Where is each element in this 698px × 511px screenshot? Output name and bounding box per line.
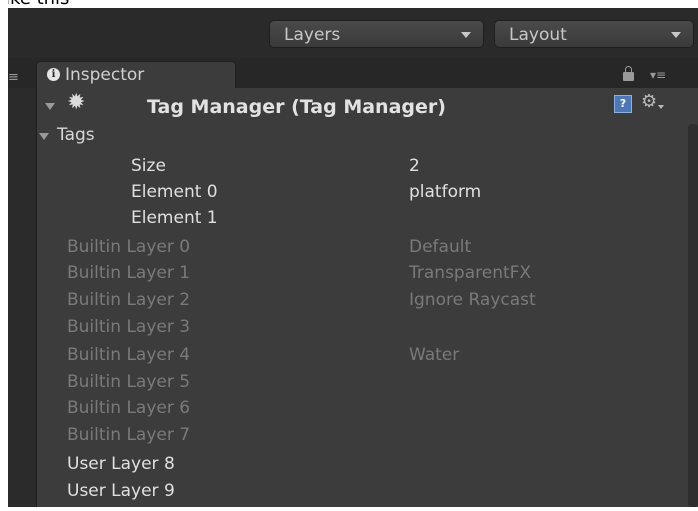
left-edge xyxy=(0,0,8,511)
layer-label: Builtin Layer 4 xyxy=(67,345,191,365)
component-header: ✹ Tag Manager (Tag Manager) ? ⚙ xyxy=(37,88,698,124)
layer-label: Builtin Layer 5 xyxy=(67,372,191,392)
layer-value: Default xyxy=(409,237,472,257)
builtin-layer-row: Builtin Layer 7 xyxy=(37,425,657,449)
user-layer-row[interactable]: User Layer 9 xyxy=(37,481,657,505)
builtin-layer-row: Builtin Layer 3 xyxy=(37,317,657,341)
tab-list-icon[interactable]: ≡ xyxy=(8,70,19,85)
layer-label: Builtin Layer 0 xyxy=(67,237,191,257)
component-title: Tag Manager (Tag Manager) xyxy=(147,96,446,118)
info-icon: i xyxy=(47,68,60,81)
layer-label: Builtin Layer 2 xyxy=(67,290,191,310)
foldout-arrow-icon[interactable] xyxy=(45,103,55,110)
tags-label: Tags xyxy=(57,125,95,145)
builtin-layer-row: Builtin Layer 5 xyxy=(37,372,657,396)
layer-label: Builtin Layer 6 xyxy=(67,398,191,418)
foldout-arrow-icon[interactable] xyxy=(39,133,49,140)
dropdown-arrow-icon xyxy=(671,32,681,38)
gear-icon: ✹ xyxy=(67,90,86,115)
help-icon[interactable]: ? xyxy=(614,95,632,113)
tab-menu-icon[interactable]: ▾≡ xyxy=(650,68,666,82)
builtin-layer-row: Builtin Layer 2 Ignore Raycast xyxy=(37,290,657,314)
field-value[interactable]: platform xyxy=(409,182,481,202)
top-toolbar: Layers Layout xyxy=(8,8,698,58)
lock-icon[interactable] xyxy=(623,66,634,81)
builtin-layer-row: Builtin Layer 4 Water xyxy=(37,345,657,369)
tab-inspector[interactable]: i Inspector xyxy=(36,61,236,88)
layer-value: Ignore Raycast xyxy=(409,290,536,310)
layer-label: Builtin Layer 7 xyxy=(67,425,191,445)
tab-inspector-label: Inspector xyxy=(65,65,145,85)
inspector-panel: ✹ Tag Manager (Tag Manager) ? ⚙ Tags Siz… xyxy=(36,88,698,507)
bottom-edge xyxy=(0,507,698,511)
tags-size-row[interactable]: Size 2 xyxy=(37,156,657,180)
builtin-layer-row: Builtin Layer 0 Default xyxy=(37,237,657,261)
layer-label: User Layer 8 xyxy=(67,454,175,474)
builtin-layer-row: Builtin Layer 6 xyxy=(37,398,657,422)
tab-bar: ≡ i Inspector ▾≡ xyxy=(8,58,698,88)
field-label: Size xyxy=(131,156,166,176)
layer-label: Builtin Layer 1 xyxy=(67,263,191,283)
builtin-layer-row: Builtin Layer 1 TransparentFX xyxy=(37,263,657,287)
layers-dropdown[interactable]: Layers xyxy=(269,20,484,48)
caption-strip: like this xyxy=(0,0,698,8)
caption-fragment: like this xyxy=(0,0,69,8)
layers-dropdown-label: Layers xyxy=(284,25,341,45)
tags-element-row[interactable]: Element 0 platform xyxy=(37,182,657,206)
user-layer-row[interactable]: User Layer 8 xyxy=(37,454,657,478)
field-value[interactable]: 2 xyxy=(409,156,420,176)
layer-value: Water xyxy=(409,345,460,365)
field-label: Element 0 xyxy=(131,182,218,202)
tags-element-row[interactable]: Element 1 xyxy=(37,208,657,232)
layout-dropdown-label: Layout xyxy=(509,25,567,45)
layer-label: User Layer 9 xyxy=(67,481,175,501)
field-label: Element 1 xyxy=(131,208,218,228)
vertical-scrollbar[interactable] xyxy=(688,124,698,507)
layer-label: Builtin Layer 3 xyxy=(67,317,191,337)
dropdown-arrow-icon xyxy=(461,32,471,38)
settings-gear-icon[interactable]: ⚙ xyxy=(641,92,665,112)
layout-dropdown[interactable]: Layout xyxy=(494,20,694,48)
layer-value: TransparentFX xyxy=(409,263,532,283)
